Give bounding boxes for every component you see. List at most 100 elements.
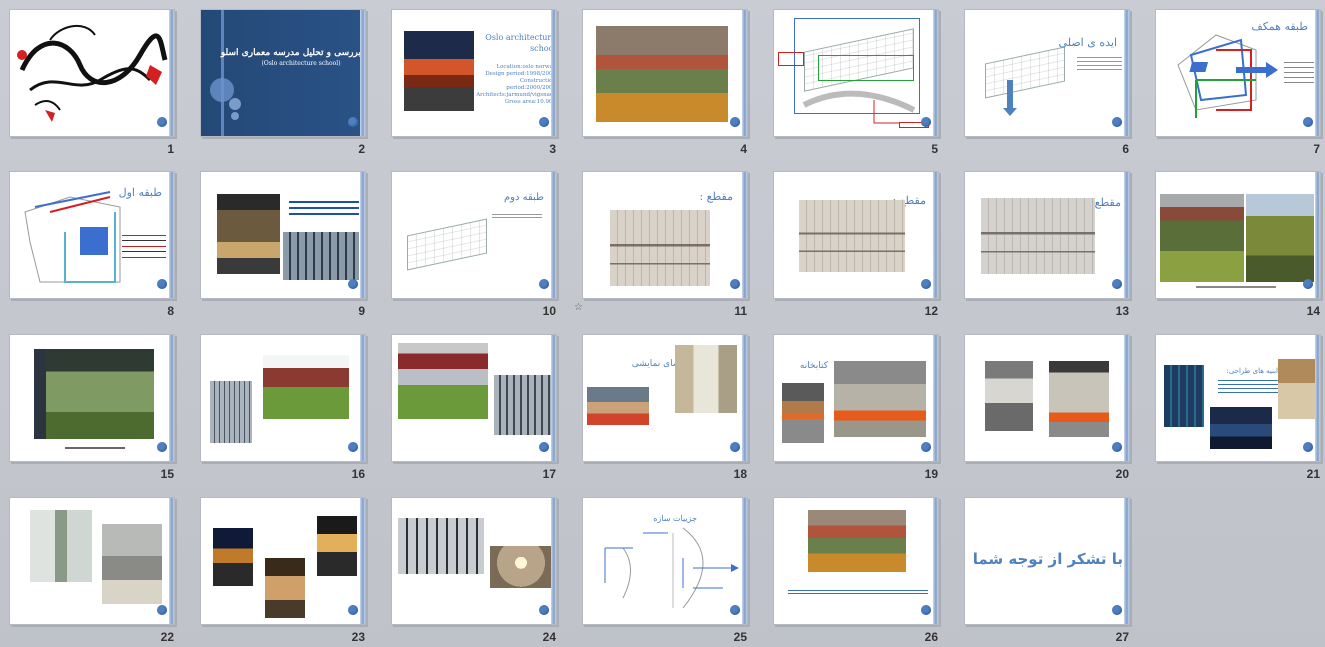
slide-stripe	[551, 498, 556, 624]
window-photo	[675, 345, 737, 413]
slide-thumbnail-13[interactable]: مقطع :	[964, 171, 1130, 299]
slide-thumbnail-10[interactable]: طبقه دوم	[391, 171, 557, 299]
slide-number: 22	[160, 630, 174, 644]
slide-thumbnail-20[interactable]	[964, 334, 1130, 462]
text-lines	[1284, 58, 1314, 86]
caption-line	[65, 447, 125, 449]
project-info: Location:oslo norway Design period:1998/…	[472, 64, 556, 106]
slide-title: مقطع :	[699, 190, 733, 203]
slide-cell-2[interactable]: بررسی و تحلیل مدرسه معماری اسلو (Oslo ar…	[191, 0, 371, 160]
campus-photo	[808, 510, 906, 572]
slide-title: با تشکر از توجه شما	[972, 550, 1123, 568]
info-line: Design period:1998/2000	[485, 71, 556, 77]
slide-dot	[730, 117, 740, 127]
slide-thumbnail-12[interactable]: مقطع :	[773, 171, 939, 299]
garden-photo	[263, 355, 349, 419]
slide-dot	[921, 442, 931, 452]
slide-number: 13	[1115, 304, 1129, 318]
decor-circle	[231, 112, 239, 120]
slide-title: Oslo architecture school	[485, 33, 556, 53]
slide-cell-22[interactable]: 22	[0, 488, 180, 647]
slide-stripe	[742, 498, 747, 624]
slide-thumbnail-1[interactable]	[9, 9, 175, 137]
slide-cell-18[interactable]: فضای نمایشی 18	[573, 325, 753, 485]
slide-cell-9[interactable]: 9	[191, 162, 371, 322]
slide-thumbnail-2[interactable]: بررسی و تحلیل مدرسه معماری اسلو (Oslo ar…	[200, 9, 366, 137]
slide-thumbnail-26[interactable]	[773, 497, 939, 625]
slide-thumbnail-17[interactable]	[391, 334, 557, 462]
slide-thumbnail-7[interactable]: طبقه همکف	[1155, 9, 1321, 137]
facade-photo	[398, 518, 484, 574]
slide-cell-11[interactable]: مقطع : 11 ☆	[573, 162, 753, 322]
arrow-shape	[1007, 80, 1013, 110]
slide-title: ایده ی اصلی	[1058, 36, 1117, 49]
slide-dot	[1303, 117, 1313, 127]
slide-cell-17[interactable]: 17	[382, 325, 562, 485]
slide-thumbnail-11[interactable]: مقطع :	[582, 171, 748, 299]
slide-thumbnail-23[interactable]	[200, 497, 366, 625]
slide-number: 6	[1122, 142, 1129, 156]
slide-dot	[539, 117, 549, 127]
building-photo	[404, 31, 474, 111]
slide-cell-6[interactable]: ایده ی اصلی 6	[955, 0, 1135, 160]
slide-cell-8[interactable]: طبقه اول 8	[0, 162, 180, 322]
slide-cell-14[interactable]: 14	[1146, 162, 1325, 322]
night-photo	[213, 528, 253, 586]
slide-cell-24[interactable]: 24	[382, 488, 562, 647]
slide-cell-21[interactable]: ابنیه های طراحی: 21	[1146, 325, 1325, 485]
text-lines	[289, 197, 359, 219]
slide-cell-27[interactable]: با تشکر از توجه شما 27	[955, 488, 1135, 647]
slide-thumbnail-8[interactable]: طبقه اول	[9, 171, 175, 299]
slide-cell-1[interactable]: 1	[0, 0, 180, 160]
slide-thumbnail-14[interactable]	[1155, 171, 1321, 299]
slide-thumbnail-22[interactable]	[9, 497, 175, 625]
slide-number: 23	[351, 630, 365, 644]
slide-cell-13[interactable]: مقطع : 13	[955, 162, 1135, 322]
slide-thumbnail-15[interactable]	[9, 334, 175, 462]
slide-number: 14	[1306, 304, 1320, 318]
slide-thumbnail-25[interactable]: جزییات سازه	[582, 497, 748, 625]
slide-cell-12[interactable]: مقطع : 12	[764, 162, 944, 322]
caption-line	[1196, 286, 1276, 288]
slide-thumbnail-24[interactable]	[391, 497, 557, 625]
slide-thumbnail-6[interactable]: ایده ی اصلی	[964, 9, 1130, 137]
slide-thumbnail-9[interactable]	[200, 171, 366, 299]
star-icon[interactable]: ☆	[574, 302, 583, 313]
slide-thumbnail-5[interactable]	[773, 9, 939, 137]
slide-stripe	[742, 335, 747, 461]
slide-dot	[1112, 442, 1122, 452]
slide-thumbnail-27[interactable]: با تشکر از توجه شما	[964, 497, 1130, 625]
slide-sorter: 1 بررسی و تحلیل مدرسه معماری اسلو (Oslo …	[0, 0, 1325, 647]
slide-number: 12	[924, 304, 938, 318]
slide-cell-3[interactable]: Oslo architecture school Location:oslo n…	[382, 0, 562, 160]
slide-cell-20[interactable]: 20	[955, 325, 1135, 485]
slide-stripe	[742, 172, 747, 298]
slide-cell-16[interactable]: 16	[191, 325, 371, 485]
slide-dot	[539, 279, 549, 289]
slide-dot	[1112, 117, 1122, 127]
night-photo	[317, 516, 357, 576]
facade-photo	[1164, 365, 1204, 427]
slide-number: 8	[167, 304, 174, 318]
slide-cell-25[interactable]: جزییات سازه 25	[573, 488, 753, 647]
slide-cell-10[interactable]: طبقه دوم 10	[382, 162, 562, 322]
interior-photo	[217, 194, 280, 274]
slide-thumbnail-4[interactable]	[582, 9, 748, 137]
slide-thumbnail-18[interactable]: فضای نمایشی	[582, 334, 748, 462]
slide-stripe	[933, 10, 938, 136]
slide-thumbnail-16[interactable]	[200, 334, 366, 462]
slide-cell-7[interactable]: طبقه همکف 7	[1146, 0, 1325, 160]
slide-thumbnail-19[interactable]: کتابخانه	[773, 334, 939, 462]
slide-cell-19[interactable]: کتابخانه 19	[764, 325, 944, 485]
slide-cell-4[interactable]: 4	[573, 0, 753, 160]
arrow-head	[1003, 108, 1017, 116]
slide-thumbnail-21[interactable]: ابنیه های طراحی:	[1155, 334, 1321, 462]
slide-stripe	[1124, 335, 1129, 461]
slide-cell-15[interactable]: 15	[0, 325, 180, 485]
slide-stripe	[360, 498, 365, 624]
slide-stripe	[169, 10, 174, 136]
slide-cell-5[interactable]: 5	[764, 0, 944, 160]
slide-cell-23[interactable]: 23	[191, 488, 371, 647]
slide-cell-26[interactable]: 26	[764, 488, 944, 647]
slide-thumbnail-3[interactable]: Oslo architecture school Location:oslo n…	[391, 9, 557, 137]
